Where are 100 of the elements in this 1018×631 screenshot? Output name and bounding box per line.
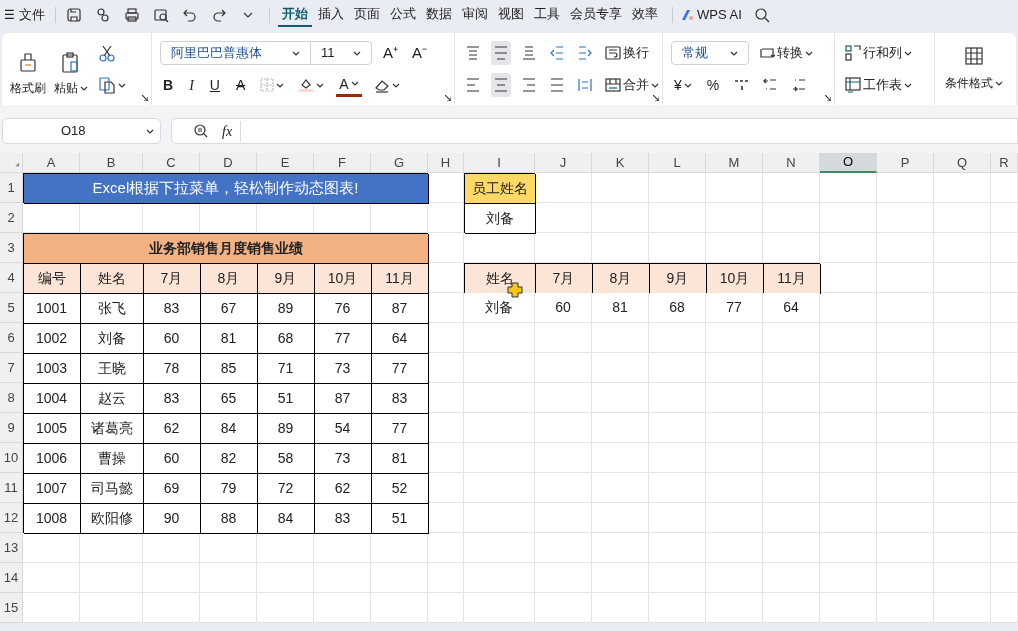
- empty-cell[interactable]: [877, 413, 934, 443]
- empty-cell[interactable]: [649, 563, 706, 593]
- row-header[interactable]: 11: [0, 473, 23, 503]
- row-header[interactable]: 13: [0, 533, 23, 563]
- empty-cell[interactable]: [592, 173, 649, 203]
- empty-cell[interactable]: [535, 593, 592, 623]
- empty-cell[interactable]: [592, 563, 649, 593]
- empty-cell[interactable]: [371, 563, 428, 593]
- column-header[interactable]: O: [820, 153, 877, 173]
- empty-cell[interactable]: [991, 443, 1018, 473]
- empty-cell[interactable]: [820, 413, 877, 443]
- empty-cell[interactable]: [80, 593, 143, 623]
- percent-button[interactable]: %: [703, 73, 723, 97]
- empty-cell[interactable]: [464, 353, 535, 383]
- empty-cell[interactable]: [877, 323, 934, 353]
- column-header[interactable]: A: [23, 153, 80, 173]
- empty-cell[interactable]: [649, 203, 706, 233]
- decrease-font-size-button[interactable]: A⁻: [409, 41, 431, 65]
- row-header[interactable]: 3: [0, 233, 23, 263]
- empty-cell[interactable]: [535, 533, 592, 563]
- empty-cell[interactable]: [535, 503, 592, 533]
- print-icon[interactable]: [124, 7, 140, 23]
- increase-font-size-button[interactable]: A⁺: [380, 41, 401, 65]
- empty-cell[interactable]: [535, 383, 592, 413]
- column-header[interactable]: Q: [934, 153, 991, 173]
- column-header[interactable]: E: [257, 153, 314, 173]
- empty-cell[interactable]: [820, 563, 877, 593]
- empty-cell[interactable]: [428, 563, 464, 593]
- ribbon-tab[interactable]: 插入: [314, 3, 348, 27]
- column-header[interactable]: P: [877, 153, 934, 173]
- empty-cell[interactable]: [934, 323, 991, 353]
- empty-cell[interactable]: [464, 443, 535, 473]
- empty-cell[interactable]: [991, 203, 1018, 233]
- ai-button[interactable]: WPS AI: [681, 5, 742, 25]
- empty-cell[interactable]: [934, 383, 991, 413]
- empty-cell[interactable]: [877, 233, 934, 263]
- empty-cell[interactable]: [820, 383, 877, 413]
- dialog-launcher-icon[interactable]: [445, 95, 451, 101]
- row-header[interactable]: 1: [0, 173, 23, 203]
- empty-cell[interactable]: [820, 533, 877, 563]
- empty-cell[interactable]: [991, 263, 1018, 293]
- file-menu[interactable]: 文件: [19, 5, 45, 25]
- empty-cell[interactable]: [314, 563, 371, 593]
- empty-cell[interactable]: [706, 383, 763, 413]
- empty-cell[interactable]: [991, 563, 1018, 593]
- convert-button[interactable]: 转换: [757, 41, 815, 65]
- empty-cell[interactable]: [464, 593, 535, 623]
- column-header[interactable]: C: [143, 153, 200, 173]
- empty-cell[interactable]: [535, 563, 592, 593]
- row-header[interactable]: 4: [0, 263, 23, 293]
- empty-cell[interactable]: [877, 563, 934, 593]
- worksheet-button[interactable]: 工作表: [843, 73, 914, 97]
- empty-cell[interactable]: [991, 383, 1018, 413]
- empty-cell[interactable]: [428, 533, 464, 563]
- ribbon-tab[interactable]: 工具: [530, 3, 564, 27]
- dialog-launcher-icon[interactable]: [825, 95, 831, 101]
- empty-cell[interactable]: [706, 353, 763, 383]
- empty-cell[interactable]: [934, 563, 991, 593]
- undo-icon[interactable]: [182, 7, 198, 23]
- empty-cell[interactable]: [820, 173, 877, 203]
- empty-cell[interactable]: [991, 593, 1018, 623]
- empty-cell[interactable]: [649, 173, 706, 203]
- redo-icon[interactable]: [211, 7, 227, 23]
- empty-cell[interactable]: [464, 413, 535, 443]
- empty-cell[interactable]: [592, 443, 649, 473]
- empty-cell[interactable]: [649, 593, 706, 623]
- column-header[interactable]: G: [371, 153, 428, 173]
- empty-cell[interactable]: [464, 383, 535, 413]
- ribbon-tab[interactable]: 数据: [422, 3, 456, 27]
- currency-button[interactable]: ¥: [671, 73, 695, 97]
- empty-cell[interactable]: [763, 173, 820, 203]
- empty-cell[interactable]: [877, 593, 934, 623]
- empty-cell[interactable]: [820, 203, 877, 233]
- dropdown-cell[interactable]: 刘备: [464, 203, 535, 233]
- empty-cell[interactable]: [706, 563, 763, 593]
- empty-cell[interactable]: [763, 203, 820, 233]
- empty-cell[interactable]: [763, 383, 820, 413]
- empty-cell[interactable]: [763, 413, 820, 443]
- empty-cell[interactable]: [934, 263, 991, 293]
- empty-cell[interactable]: [820, 503, 877, 533]
- empty-cell[interactable]: [592, 593, 649, 623]
- empty-cell[interactable]: [991, 323, 1018, 353]
- empty-cell[interactable]: [592, 473, 649, 503]
- column-header[interactable]: I: [464, 153, 535, 173]
- empty-cell[interactable]: [706, 593, 763, 623]
- rows-and-columns-button[interactable]: 行和列: [843, 41, 914, 65]
- empty-cell[interactable]: [934, 353, 991, 383]
- empty-cell[interactable]: [934, 293, 991, 323]
- empty-cell[interactable]: [535, 353, 592, 383]
- empty-cell[interactable]: [820, 473, 877, 503]
- empty-cell[interactable]: [706, 413, 763, 443]
- empty-cell[interactable]: [464, 563, 535, 593]
- row-header[interactable]: 5: [0, 293, 23, 323]
- empty-cell[interactable]: [820, 443, 877, 473]
- empty-cell[interactable]: [535, 413, 592, 443]
- italic-button[interactable]: I: [186, 73, 197, 97]
- empty-cell[interactable]: [200, 563, 257, 593]
- strikethrough-button[interactable]: A: [232, 73, 249, 97]
- empty-cell[interactable]: [820, 233, 877, 263]
- empty-cell[interactable]: [143, 593, 200, 623]
